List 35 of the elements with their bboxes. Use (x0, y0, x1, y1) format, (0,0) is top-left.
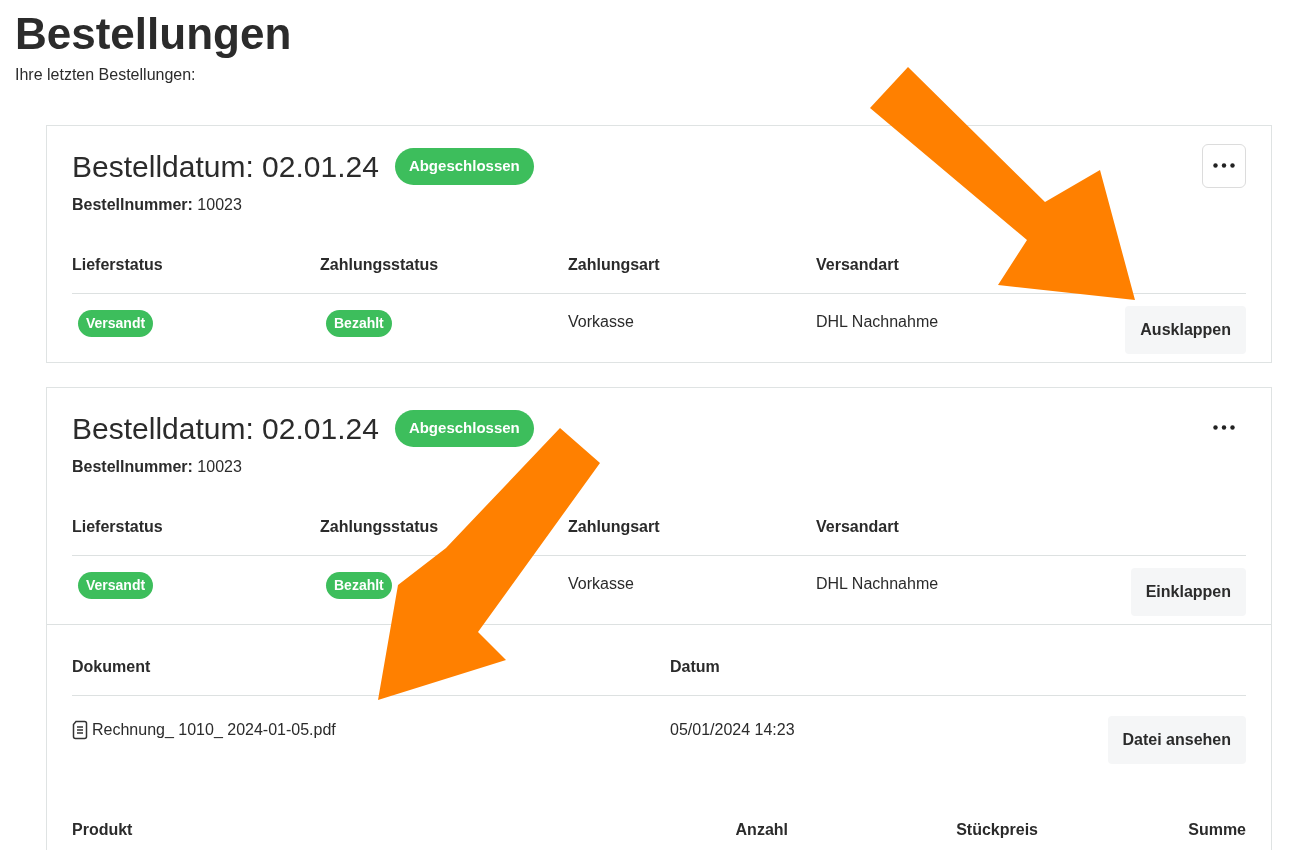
column-header: Produkt (72, 799, 608, 850)
column-header: Zahlungsstatus (320, 234, 568, 294)
status-badge: Bezahlt (326, 571, 392, 599)
column-header: Stückpreis (788, 799, 1038, 850)
column-header: Lieferstatus (72, 496, 320, 556)
table-cell-text: 05/01/2024 14:23 (670, 719, 796, 740)
toggle-button[interactable]: Ausklappen (1125, 305, 1246, 354)
page-title: Bestellungen (15, 8, 293, 60)
table-cell: DHL Nachnahme (816, 574, 939, 592)
column-header: Anzahl (608, 799, 788, 850)
status-badge: Abgeschlossen (394, 148, 534, 185)
order-date: Bestelldatum: 02.01.24 (72, 148, 379, 185)
column-header: Lieferstatus (72, 234, 320, 294)
table-cell: Vorkasse (568, 574, 634, 592)
status-badge: Bezahlt (326, 309, 392, 337)
column-header: Summe (1038, 799, 1246, 850)
table-cell: Vorkasse (568, 312, 634, 330)
order-date: Bestelldatum: 02.01.24 (72, 410, 379, 447)
more-button[interactable] (1202, 143, 1246, 188)
column-header: Zahlungsart (568, 234, 816, 294)
file-name: Rechnung_ 1010_ 2024-01-05.pdf (92, 719, 336, 740)
page-subtitle: Ihre letzten Bestellungen: (15, 64, 197, 85)
column-header: Datum (670, 636, 1108, 696)
status-badge: Versandt (78, 309, 154, 337)
status-badge: Versandt (78, 571, 154, 599)
more-icon (1213, 425, 1235, 431)
column-header: Versandart (816, 496, 1131, 556)
toggle-button[interactable]: Einklappen (1130, 567, 1246, 616)
status-badge: Abgeschlossen (394, 410, 534, 447)
view-file-button[interactable]: Datei ansehen (1107, 715, 1246, 764)
order-number: Bestellnummer: 10023 (72, 194, 243, 215)
document-icon (72, 719, 88, 740)
more-icon (1213, 163, 1235, 169)
table-cell: DHL Nachnahme (816, 312, 939, 330)
order-number: Bestellnummer: 10023 (72, 456, 243, 477)
